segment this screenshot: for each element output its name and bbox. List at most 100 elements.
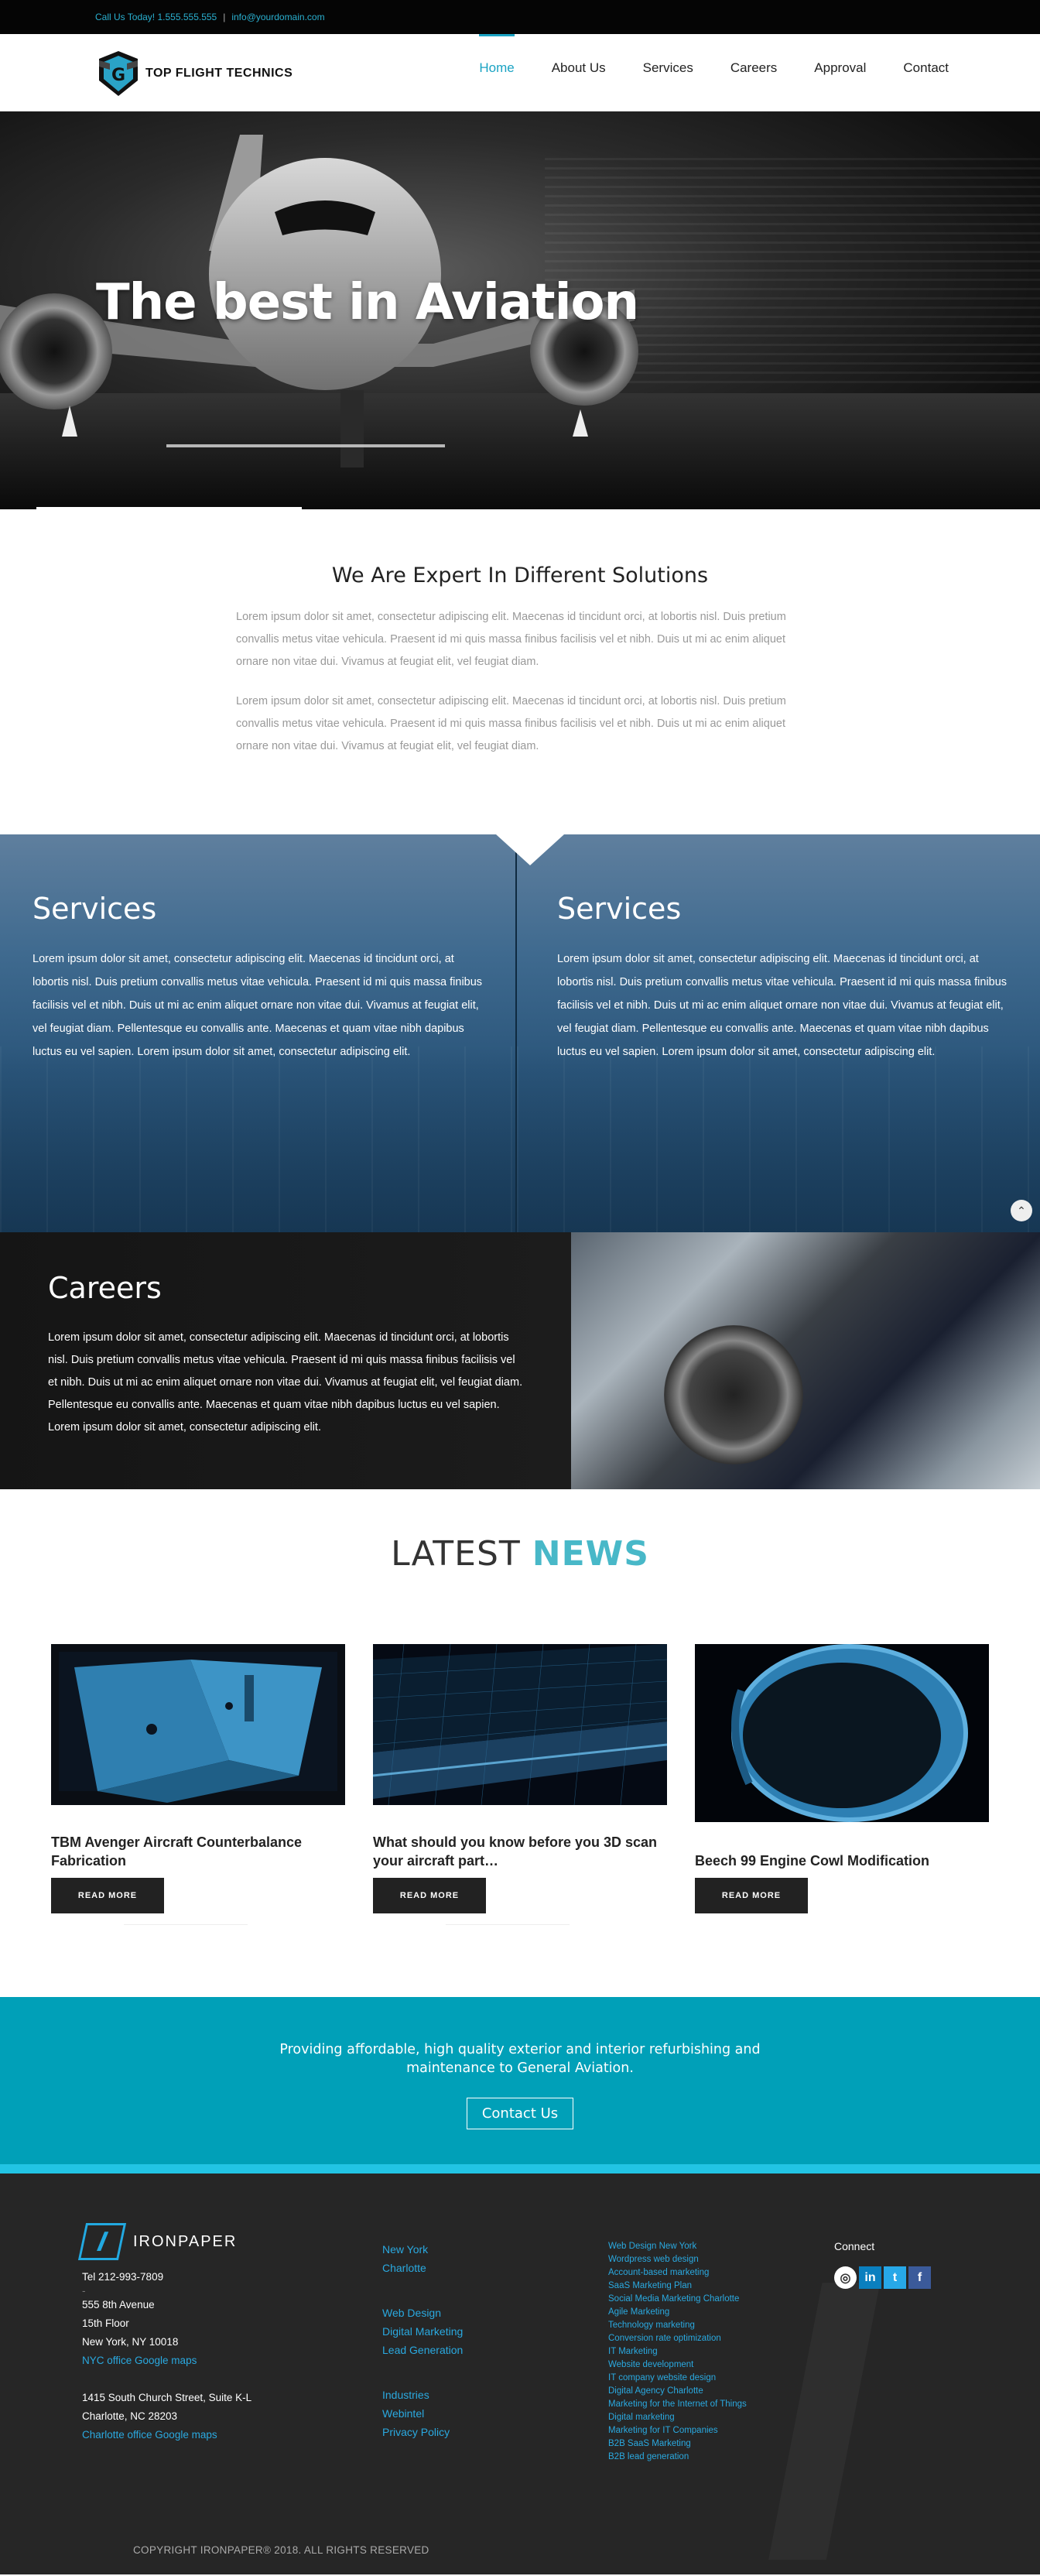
footer-seo-link[interactable]: Technology marketing <box>608 2319 747 2332</box>
ironpaper-logo-icon: I <box>77 2223 127 2260</box>
footer-seo-link[interactable]: Wordpress web design <box>608 2253 747 2266</box>
nav-approval[interactable]: Approval <box>814 34 866 111</box>
card-divider <box>124 1924 248 1925</box>
footer-link-lead-generation[interactable]: Lead Generation <box>382 2341 463 2359</box>
hero-progress-bar <box>36 507 302 509</box>
news-card: TBM Avenger Aircraft Counterbalance Fabr… <box>51 1644 345 1925</box>
footer-seo-link[interactable]: IT Marketing <box>608 2345 747 2358</box>
engine-cowl-graphic <box>695 1644 989 1822</box>
news-title[interactable]: Beech 99 Engine Cowl Modification <box>695 1852 989 1870</box>
careers-title: Careers <box>48 1271 162 1305</box>
footer-phone: Tel 212-993-7809 <box>82 2271 164 2283</box>
site-logo[interactable]: G TOP FLIGHT TECHNICS <box>98 50 292 98</box>
footer-seo-link[interactable]: Digital Agency Charlotte <box>608 2385 747 2398</box>
ny-map-link[interactable]: NYC office Google maps <box>82 2352 314 2370</box>
nav-contact[interactable]: Contact <box>903 34 949 111</box>
ny-address-line: New York, NY 10018 <box>82 2336 179 2348</box>
footer-link-digital-marketing[interactable]: Digital Marketing <box>382 2322 463 2341</box>
nav-about-us[interactable]: About Us <box>552 34 606 111</box>
nav-home[interactable]: Home <box>479 34 515 111</box>
footer-brand-text: IRONPAPER <box>133 2233 238 2250</box>
footer-seo-link[interactable]: Conversion rate optimization <box>608 2332 747 2345</box>
news-title[interactable]: What should you know before you 3D scan … <box>373 1833 667 1870</box>
twitter-icon[interactable]: t <box>884 2266 906 2289</box>
footer-link-privacy-policy[interactable]: Privacy Policy <box>382 2423 463 2441</box>
nav-services[interactable]: Services <box>643 34 693 111</box>
intro-paragraph: Lorem ipsum dolor sit amet, consectetur … <box>236 695 786 752</box>
footer-seo-link[interactable]: Web Design New York <box>608 2240 747 2253</box>
careers-text: Lorem ipsum dolor sit amet, consectetur … <box>48 1331 523 1434</box>
ny-address-line: 15th Floor <box>82 2317 129 2329</box>
careers-image <box>571 1232 1040 1489</box>
news-title[interactable]: TBM Avenger Aircraft Counterbalance Fabr… <box>51 1833 345 1870</box>
news-card: Beech 99 Engine Cowl Modification READ M… <box>695 1644 989 1925</box>
news-image-mesh[interactable] <box>373 1644 667 1805</box>
ny-address-line: 555 8th Avenue <box>82 2299 155 2311</box>
cta-text-line2: maintenance to General Aviation. <box>406 2060 634 2076</box>
cta-section: Providing affordable, high quality exter… <box>0 1997 1040 2174</box>
cta-text-line1: Providing affordable, high quality exter… <box>279 2042 761 2057</box>
news-image-engine-cowl[interactable] <box>695 1644 989 1822</box>
card-divider <box>446 1924 570 1925</box>
footer-seo-link[interactable]: IT company website design <box>608 2372 747 2385</box>
footer-seo-link[interactable]: Marketing for the Internet of Things <box>608 2398 747 2411</box>
news-section: LATEST NEWS TBM Avenger Aircraft Counter… <box>0 1489 1040 1997</box>
facebook-icon[interactable]: f <box>908 2266 931 2289</box>
scroll-to-top-icon[interactable]: ⌃ <box>1011 1200 1032 1221</box>
engine-image <box>664 1325 803 1464</box>
footer-seo-link[interactable]: Marketing for IT Companies <box>608 2424 747 2437</box>
site-footer: I I IRONPAPER Tel 212-993-7809 - 555 8th… <box>0 2174 1040 2574</box>
services-title: Services <box>32 892 157 926</box>
careers-text-panel: Careers Lorem ipsum dolor sit amet, cons… <box>0 1232 571 1489</box>
footer-seo-link[interactable]: B2B SaaS Marketing <box>608 2437 747 2451</box>
hero-title: The best in Aviation <box>96 274 639 331</box>
svg-text:G: G <box>111 66 125 85</box>
footer-copyright: COPYRIGHT IRONPAPER® 2018. ALL RIGHTS RE… <box>133 2544 429 2556</box>
clt-address-line: Charlotte, NC 28203 <box>82 2410 178 2422</box>
footer-contact-column: I IRONPAPER Tel 212-993-7809 - 555 8th A… <box>77 2223 314 2444</box>
section-notch <box>496 834 564 865</box>
footer-seo-link[interactable]: Account-based marketing <box>608 2266 747 2280</box>
services-panel-right: Services Lorem ipsum dolor sit amet, con… <box>515 834 1040 1232</box>
footer-seo-link[interactable]: SaaS Marketing Plan <box>608 2280 747 2293</box>
footer-links-column: New York Charlotte Web Design Digital Ma… <box>382 2240 463 2441</box>
logo-text: TOP FLIGHT TECHNICS <box>145 67 293 80</box>
footer-watermark-logo: I <box>761 2220 1040 2575</box>
footer-connect-column: Connect ◎ in t f <box>834 2240 931 2289</box>
main-nav: Home About Us Services Careers Approval … <box>442 34 949 111</box>
footer-link-industries[interactable]: Industries <box>382 2386 463 2404</box>
footer-link-web-design[interactable]: Web Design <box>382 2304 463 2322</box>
read-more-button[interactable]: READ MORE <box>373 1878 486 1913</box>
footer-seo-link[interactable]: B2B lead generation <box>608 2451 747 2464</box>
social-icons: ◎ in t f <box>834 2266 931 2289</box>
careers-section: Careers Lorem ipsum dolor sit amet, cons… <box>0 1232 1040 1489</box>
footer-seo-link[interactable]: Digital marketing <box>608 2411 747 2424</box>
clt-map-link[interactable]: Charlotte office Google maps <box>82 2426 314 2444</box>
read-more-button[interactable]: READ MORE <box>695 1878 808 1913</box>
services-title: Services <box>557 892 682 926</box>
footer-link-webintel[interactable]: Webintel <box>382 2404 463 2423</box>
news-heading-plain: LATEST <box>391 1534 532 1574</box>
news-image-scan-frame[interactable] <box>51 1644 345 1805</box>
footer-dash: - <box>82 2285 86 2297</box>
services-text: Lorem ipsum dolor sit amet, consectetur … <box>32 953 483 1058</box>
glassdoor-icon[interactable]: ◎ <box>834 2266 857 2289</box>
services-text: Lorem ipsum dolor sit amet, consectetur … <box>557 953 1008 1058</box>
news-card: What should you know before you 3D scan … <box>373 1644 667 1925</box>
footer-link-charlotte[interactable]: Charlotte <box>382 2259 463 2277</box>
footer-link-new-york[interactable]: New York <box>382 2240 463 2259</box>
news-grid: TBM Avenger Aircraft Counterbalance Fabr… <box>51 1644 989 1925</box>
scan-frame-graphic <box>59 1652 337 1803</box>
footer-brand[interactable]: I IRONPAPER <box>77 2223 314 2260</box>
footer-seo-link[interactable]: Agile Marketing <box>608 2306 747 2319</box>
footer-seo-link[interactable]: Website development <box>608 2358 747 2372</box>
footer-seo-link[interactable]: Social Media Marketing Charlotte <box>608 2293 747 2306</box>
read-more-button[interactable]: READ MORE <box>51 1878 164 1913</box>
contact-us-button[interactable]: Contact Us <box>466 2098 574 2129</box>
nav-careers[interactable]: Careers <box>730 34 777 111</box>
phone-link[interactable]: Call Us Today! 1.555.555.555 <box>95 12 217 22</box>
top-bar: Call Us Today! 1.555.555.555 | info@your… <box>0 0 1040 34</box>
linkedin-icon[interactable]: in <box>859 2266 881 2289</box>
logo-emblem-icon: G <box>99 51 138 96</box>
email-link[interactable]: info@yourdomain.com <box>231 12 324 22</box>
